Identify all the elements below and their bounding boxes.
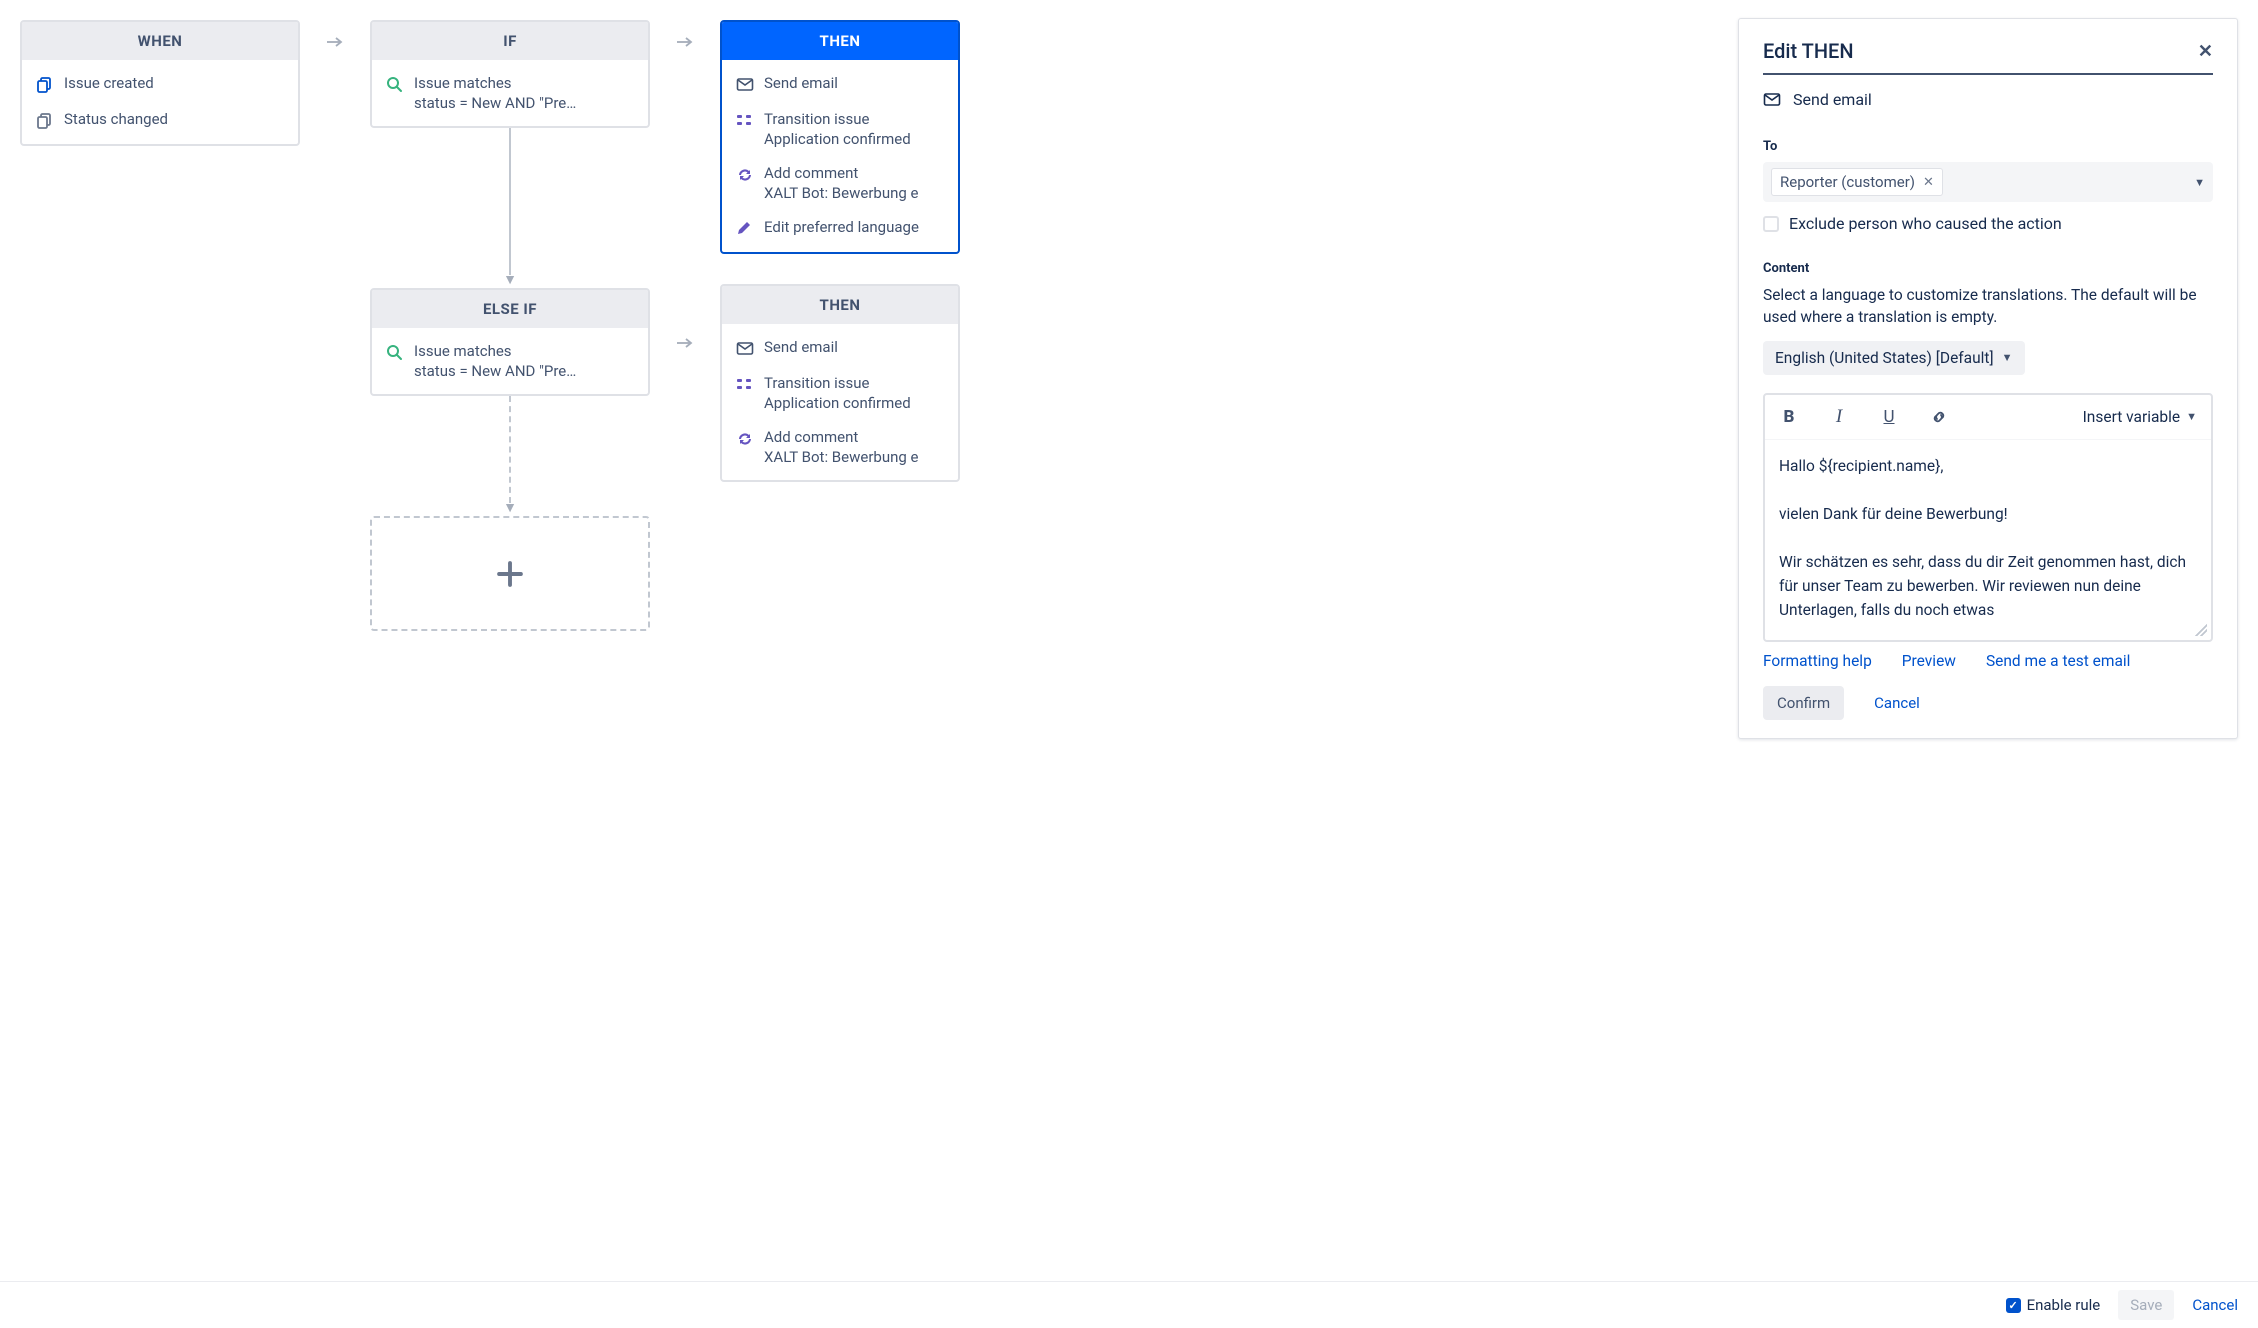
if-header: IF <box>372 22 648 60</box>
exclude-label: Exclude person who caused the action <box>1789 214 2062 233</box>
when-card[interactable]: WHEN Issue created Status changed <box>20 20 300 146</box>
panel-action-label: Send email <box>1793 90 1872 109</box>
then2-action-add-comment[interactable]: Add commentXALT Bot: Bewerbung e <box>722 420 958 474</box>
then-header-2: THEN <box>722 286 958 324</box>
refresh-icon <box>736 166 754 184</box>
transition-icon <box>736 112 754 130</box>
chevron-down-icon: ▼ <box>2186 410 2197 423</box>
connector: ▼ <box>370 128 650 288</box>
clipboard-icon <box>36 76 54 94</box>
test-email-link[interactable]: Send me a test email <box>1986 652 2131 670</box>
then2-action-send-email[interactable]: Send email <box>722 330 958 366</box>
content-label: Content <box>1763 261 2213 276</box>
refresh-icon <box>736 430 754 448</box>
chevron-down-icon: ▼ <box>2002 351 2013 364</box>
arrow-icon <box>670 20 700 56</box>
language-select[interactable]: English (United States) [Default] ▼ <box>1763 341 2025 375</box>
remove-chip-button[interactable]: ✕ <box>1923 175 1934 190</box>
enable-rule-toggle[interactable]: ✓ Enable rule <box>2006 1296 2101 1314</box>
then-action-add-comment[interactable]: Add commentXALT Bot: Bewerbung e <box>722 156 958 210</box>
content-editor: B I U Insert variable ▼ Hallo ${recipien… <box>1763 393 2213 642</box>
connector-dashed: ▼ <box>370 396 650 516</box>
add-branch-button[interactable] <box>370 516 650 631</box>
elseif-header: ELSE IF <box>372 290 648 328</box>
page-footer: ✓ Enable rule Save Cancel <box>0 1281 2258 1328</box>
editor-textarea[interactable]: Hallo ${recipient.name}, vielen Dank für… <box>1765 440 2211 640</box>
search-icon <box>386 344 404 362</box>
to-chip: Reporter (customer) ✕ <box>1771 168 1943 196</box>
save-button[interactable]: Save <box>2118 1290 2174 1320</box>
then-card-selected[interactable]: THEN Send email Transition issueApplicat… <box>720 20 960 254</box>
clipboard-icon <box>36 112 54 130</box>
edit-then-panel: Edit THEN ✕ Send email To Reporter (cust… <box>1738 18 2238 739</box>
insert-variable-button[interactable]: Insert variable ▼ <box>2083 408 2197 426</box>
if-card[interactable]: IF Issue matches status = New AND "Pre… <box>370 20 650 128</box>
preview-link[interactable]: Preview <box>1902 652 1956 670</box>
if-condition-issue-matches[interactable]: Issue matches status = New AND "Pre… <box>372 66 648 120</box>
elseif-condition-issue-matches[interactable]: Issue matches status = New AND "Pre… <box>372 334 648 388</box>
mail-icon <box>736 76 754 94</box>
then-action-edit-language[interactable]: Edit preferred language <box>722 210 958 246</box>
link-icon <box>1930 408 1948 426</box>
pencil-icon <box>736 220 754 238</box>
then-action-send-email[interactable]: Send email <box>722 66 958 102</box>
underline-button[interactable]: U <box>1879 407 1899 427</box>
elseif-card[interactable]: ELSE IF Issue matches status = New AND "… <box>370 288 650 396</box>
plus-icon <box>496 560 524 588</box>
panel-title: Edit THEN <box>1763 39 1854 63</box>
then2-action-transition-issue[interactable]: Transition issueApplication confirmed <box>722 366 958 420</box>
then-card-2[interactable]: THEN Send email Transition issueApplicat… <box>720 284 960 482</box>
arrow-icon <box>320 20 350 56</box>
then-header: THEN <box>722 22 958 60</box>
exclude-checkbox-row[interactable]: Exclude person who caused the action <box>1763 214 2213 233</box>
search-icon <box>386 76 404 94</box>
to-label: To <box>1763 139 2213 154</box>
close-button[interactable]: ✕ <box>2198 41 2213 62</box>
exclude-checkbox[interactable] <box>1763 216 1779 232</box>
mail-icon <box>1763 91 1781 109</box>
link-button[interactable] <box>1929 407 1949 427</box>
checkbox-checked-icon: ✓ <box>2006 1298 2021 1313</box>
bold-button[interactable]: B <box>1779 407 1799 427</box>
to-select[interactable]: Reporter (customer) ✕ ▼ <box>1763 162 2213 202</box>
resize-handle[interactable] <box>2195 624 2207 636</box>
when-trigger-issue-created[interactable]: Issue created <box>22 66 298 102</box>
when-trigger-status-changed[interactable]: Status changed <box>22 102 298 138</box>
panel-action-row: Send email <box>1763 89 2213 109</box>
transition-icon <box>736 376 754 394</box>
content-description: Select a language to customize translati… <box>1763 284 2213 329</box>
arrow-icon <box>670 321 700 357</box>
mail-icon <box>736 340 754 358</box>
cancel-button[interactable]: Cancel <box>1860 686 1934 720</box>
confirm-button[interactable]: Confirm <box>1763 686 1844 720</box>
formatting-help-link[interactable]: Formatting help <box>1763 652 1872 670</box>
italic-button[interactable]: I <box>1829 407 1849 427</box>
then-action-transition-issue[interactable]: Transition issueApplication confirmed <box>722 102 958 156</box>
footer-cancel-button[interactable]: Cancel <box>2192 1296 2238 1314</box>
when-header: WHEN <box>22 22 298 60</box>
chevron-down-icon: ▼ <box>2194 176 2205 189</box>
